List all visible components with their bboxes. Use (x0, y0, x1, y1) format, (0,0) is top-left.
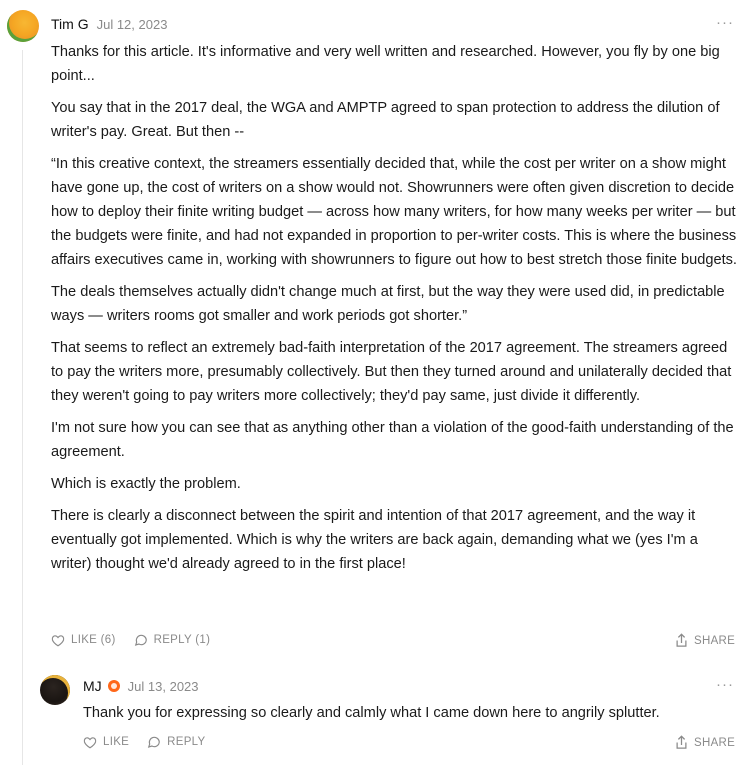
share-label: SHARE (694, 736, 736, 749)
comment-paragraph: That seems to reflect an extremely bad-f… (51, 340, 732, 404)
thread-line (22, 50, 23, 765)
speech-bubble-icon (134, 634, 147, 646)
reply-text: Thank you for expressing so clearly and … (83, 705, 660, 721)
author-name[interactable]: Tim G (51, 16, 89, 32)
comment-paragraph: I'm not sure how you can see that as any… (51, 420, 734, 460)
like-button[interactable]: LIKE (83, 736, 129, 749)
share-button[interactable]: SHARE (675, 633, 735, 648)
reply-button[interactable]: REPLY (147, 735, 205, 749)
comment-paragraph: “In this creative context, the streamers… (51, 156, 737, 268)
avatar[interactable] (7, 10, 39, 42)
share-button[interactable]: SHARE (675, 735, 735, 750)
more-options-icon[interactable]: ··· (716, 14, 734, 31)
reply-body: Thank you for expressing so clearly and … (83, 701, 733, 733)
avatar[interactable] (40, 675, 70, 705)
heart-icon (51, 634, 65, 646)
like-button[interactable]: LIKE (6) (51, 634, 116, 647)
share-icon (676, 633, 687, 647)
comment-actions: LIKE (6) REPLY (1) (51, 633, 228, 647)
comment-paragraph: You say that in the 2017 deal, the WGA a… (51, 100, 720, 140)
heart-icon (83, 736, 97, 748)
reply-actions: LIKE REPLY (83, 735, 224, 749)
comment-paragraph: There is clearly a disconnect between th… (51, 508, 698, 572)
reply-header: MJ Jul 13, 2023 (83, 678, 199, 694)
comment-header: Tim G Jul 12, 2023 (51, 16, 167, 32)
comment-paragraph: Thanks for this article. It's informativ… (51, 44, 720, 84)
like-label: LIKE (6) (71, 634, 116, 646)
reply-label: REPLY (167, 736, 206, 748)
reply-button[interactable]: REPLY (1) (134, 633, 211, 647)
comment-paragraph: Which is exactly the problem. (51, 476, 241, 492)
speech-bubble-icon (147, 736, 160, 748)
subscriber-badge-icon (107, 680, 120, 692)
comment-date[interactable]: Jul 13, 2023 (128, 679, 199, 694)
share-icon (676, 735, 687, 749)
comment-paragraph: The deals themselves actually didn't cha… (51, 284, 725, 324)
comment-body: Thanks for this article. It's informativ… (51, 40, 741, 584)
comment-date[interactable]: Jul 12, 2023 (97, 17, 168, 32)
reply-label: REPLY (1) (153, 634, 211, 646)
more-options-icon[interactable]: ··· (716, 676, 734, 693)
like-label: LIKE (103, 736, 130, 748)
share-label: SHARE (694, 634, 736, 647)
author-name[interactable]: MJ (83, 678, 102, 694)
